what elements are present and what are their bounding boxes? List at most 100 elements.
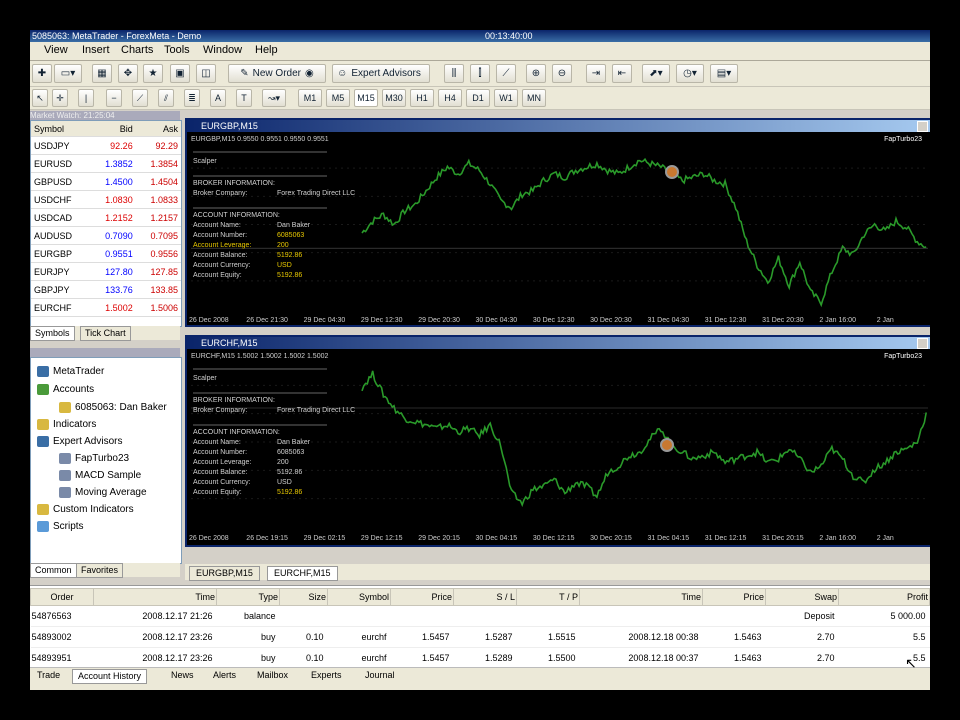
- chart-window-eurgbp[interactable]: EURGBP,M15 EURGBP,M15 0.9550 0.9551 0.95…: [185, 118, 930, 327]
- timeframe-m1[interactable]: M1: [298, 89, 322, 107]
- terminal-icon[interactable]: ▣: [170, 64, 190, 83]
- col-sl[interactable]: S / L: [453, 588, 517, 606]
- maximize-button[interactable]: [917, 121, 928, 132]
- col-price[interactable]: Price: [390, 588, 454, 606]
- timeframe-m30[interactable]: M30: [382, 89, 406, 107]
- zoom-out-icon[interactable]: ⊖: [552, 64, 572, 83]
- quote-row[interactable]: EURCHF 1.5002 1.5006: [31, 298, 181, 317]
- tab-news[interactable]: News: [166, 669, 199, 682]
- quote-row[interactable]: AUDUSD 0.7090 0.7095: [31, 226, 181, 245]
- menu-charts[interactable]: Charts: [121, 44, 153, 56]
- nav-account-item[interactable]: 6085063: Dan Baker: [59, 402, 167, 413]
- menu-insert[interactable]: Insert: [82, 44, 110, 56]
- col-order[interactable]: Order: [30, 588, 94, 606]
- equidistant-channel-icon[interactable]: ⫽: [158, 89, 174, 107]
- nav-ea-macd[interactable]: MACD Sample: [59, 470, 141, 481]
- tab-favorites[interactable]: Favorites: [76, 563, 124, 578]
- chart-body[interactable]: EURGBP,M15 0.9550 0.9551 0.9550 0.9551 F…: [187, 132, 930, 325]
- tab-symbols[interactable]: Symbols: [30, 326, 75, 341]
- tester-icon[interactable]: ◫: [196, 64, 216, 83]
- zoom-in-icon[interactable]: ⊕: [526, 64, 546, 83]
- menu-view[interactable]: View: [44, 44, 68, 56]
- quote-row[interactable]: EURGBP 0.9551 0.9556: [31, 244, 181, 263]
- timeframe-w1[interactable]: W1: [494, 89, 518, 107]
- col-time[interactable]: Time: [93, 588, 217, 606]
- col-tp[interactable]: T / P: [516, 588, 580, 606]
- text-label-icon[interactable]: T: [236, 89, 252, 107]
- col-profit[interactable]: Profit: [838, 588, 930, 606]
- expert-advisors-button[interactable]: ☺ Expert Advisors: [332, 64, 430, 83]
- timeframe-h1[interactable]: H1: [410, 89, 434, 107]
- col-bid[interactable]: Bid: [90, 121, 136, 137]
- arrows-icon[interactable]: ↝▾: [262, 89, 286, 107]
- menu-tools[interactable]: Tools: [164, 44, 190, 56]
- tab-experts[interactable]: Experts: [306, 669, 347, 682]
- menu-window[interactable]: Window: [203, 44, 242, 56]
- fibonacci-icon[interactable]: ≣: [184, 89, 200, 107]
- tab-tick-chart[interactable]: Tick Chart: [80, 326, 131, 341]
- col-type[interactable]: Type: [216, 588, 280, 606]
- line-chart-icon[interactable]: ⟋: [496, 64, 516, 83]
- col-close-time[interactable]: Time: [579, 588, 703, 606]
- indicators-list-icon[interactable]: ⬈▾: [642, 64, 670, 83]
- quote-row[interactable]: GBPUSD 1.4500 1.4504: [31, 172, 181, 191]
- new-chart-icon[interactable]: ✚: [32, 64, 52, 83]
- quote-row[interactable]: USDJPY 92.26 92.29: [31, 136, 181, 155]
- col-ask[interactable]: Ask: [135, 121, 181, 137]
- quote-row[interactable]: USDCAD 1.2152 1.2157: [31, 208, 181, 227]
- tab-eurgbp[interactable]: EURGBP,M15: [189, 566, 260, 581]
- tab-journal[interactable]: Journal: [360, 669, 400, 682]
- tab-eurchf[interactable]: EURCHF,M15: [267, 566, 338, 581]
- tab-trade[interactable]: Trade: [32, 669, 65, 682]
- history-row[interactable]: 54876563 2008.12.17 21:26 balance Deposit 5 …: [30, 605, 930, 627]
- chart-body[interactable]: EURCHF,M15 1.5002 1.5002 1.5002 1.5002 F…: [187, 349, 930, 543]
- tab-mailbox[interactable]: Mailbox: [252, 669, 293, 682]
- timeframe-m15[interactable]: M15: [354, 89, 378, 107]
- profiles-icon[interactable]: ▭▾: [54, 64, 82, 83]
- periodicity-icon[interactable]: ◷▾: [676, 64, 704, 83]
- templates-icon[interactable]: ▤▾: [710, 64, 738, 83]
- tab-alerts[interactable]: Alerts: [208, 669, 241, 682]
- cursor-icon[interactable]: ↖: [32, 89, 48, 107]
- nav-root[interactable]: MetaTrader: [37, 366, 104, 377]
- candlestick-icon[interactable]: ⫿: [470, 64, 490, 83]
- nav-accounts[interactable]: Accounts: [37, 384, 94, 395]
- col-size[interactable]: Size: [279, 588, 328, 606]
- trade-marker-icon[interactable]: [665, 165, 679, 179]
- trade-marker-icon[interactable]: [660, 438, 674, 452]
- timeframe-m5[interactable]: M5: [326, 89, 350, 107]
- nav-ea-faptrubo[interactable]: FapTurbo23: [59, 453, 129, 464]
- quote-row[interactable]: USDCHF 1.0830 1.0833: [31, 190, 181, 209]
- maximize-button[interactable]: [917, 338, 928, 349]
- nav-scripts[interactable]: Scripts: [37, 521, 84, 532]
- horizontal-line-icon[interactable]: −: [106, 89, 122, 107]
- chart-shift-icon[interactable]: ⇤: [612, 64, 632, 83]
- tab-common[interactable]: Common: [30, 563, 77, 578]
- col-swap[interactable]: Swap: [765, 588, 839, 606]
- market-watch-icon[interactable]: ▦: [92, 64, 112, 83]
- timeframe-h4[interactable]: H4: [438, 89, 462, 107]
- quote-row[interactable]: GBPJPY 133.76 133.85: [31, 280, 181, 299]
- nav-ea-moving-average[interactable]: Moving Average: [59, 487, 147, 498]
- chart-window-eurchf[interactable]: EURCHF,M15 EURCHF,M15 1.5002 1.5002 1.50…: [185, 335, 930, 547]
- timeframe-mn[interactable]: MN: [522, 89, 546, 107]
- bar-chart-icon[interactable]: ⫼: [444, 64, 464, 83]
- timeframe-d1[interactable]: D1: [466, 89, 490, 107]
- new-order-button[interactable]: ✎ New Order ◉: [228, 64, 326, 83]
- data-window-icon[interactable]: ✥: [118, 64, 138, 83]
- quote-row[interactable]: EURJPY 127.80 127.85: [31, 262, 181, 281]
- navigator-icon[interactable]: ★: [143, 64, 163, 83]
- col-close-price[interactable]: Price: [702, 588, 766, 606]
- history-row[interactable]: 54893002 2008.12.17 23:26 buy 0.10 eurchf 1.5…: [30, 626, 930, 648]
- history-row[interactable]: 54893951 2008.12.17 23:26 buy 0.10 eurchf 1.5…: [30, 647, 930, 669]
- crosshair-icon[interactable]: ✛: [52, 89, 68, 107]
- vertical-line-icon[interactable]: |: [78, 89, 94, 107]
- quote-row[interactable]: EURUSD 1.3852 1.3854: [31, 154, 181, 173]
- text-icon[interactable]: A: [210, 89, 226, 107]
- nav-custom-indicators[interactable]: Custom Indicators: [37, 504, 134, 515]
- col-symbol[interactable]: Symbol: [31, 121, 91, 137]
- nav-expert-advisors[interactable]: Expert Advisors: [37, 436, 122, 447]
- menu-help[interactable]: Help: [255, 44, 278, 56]
- autoscroll-icon[interactable]: ⇥: [586, 64, 606, 83]
- nav-indicators[interactable]: Indicators: [37, 419, 96, 430]
